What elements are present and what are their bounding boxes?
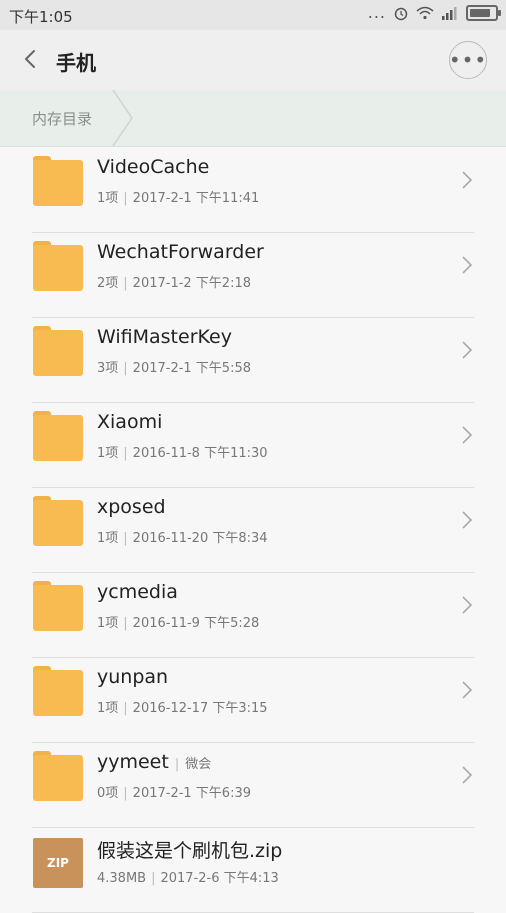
folder-icon [33,666,83,716]
list-item[interactable]: ZIP 假装这是个刷机包.zip 4.38MB | 2017-2-6 下午4:13 [0,828,506,913]
file-meta: 1项 | 2016-12-17 下午3:15 [97,701,268,716]
breadcrumb-separator-icon [112,90,133,146]
file-meta: 3项 | 2017-2-1 下午5:58 [97,361,252,376]
file-name: Xiaomi [97,411,163,433]
list-item[interactable]: ycmedia 1项 | 2016-11-9 下午5:28 [0,573,506,658]
file-meta: 1项 | 2016-11-20 下午8:34 [97,531,268,546]
file-meta: 0项 | 2017-2-1 下午6:39 [97,786,252,801]
more-options-button[interactable]: ••• [449,41,487,79]
file-name: 假装这是个刷机包.zip [97,840,283,862]
file-meta: 1项 | 2017-2-1 下午11:41 [97,191,260,206]
chevron-right-icon [462,511,473,529]
list-item[interactable]: Xiaomi 1项 | 2016-11-8 下午11:30 [0,403,506,488]
back-arrow-icon[interactable] [18,46,44,72]
folder-icon [33,751,83,801]
folder-icon [33,326,83,376]
breadcrumb-item-storage[interactable]: 内存目录 [32,108,92,129]
status-bar: 下午1:05 ... [0,0,506,30]
file-list: VideoCache 1项 | 2017-2-1 下午11:41 WechatFor… [0,148,506,913]
folder-icon [33,411,83,461]
wifi-icon [416,6,434,20]
list-item[interactable]: yunpan 1项 | 2016-12-17 下午3:15 [0,658,506,743]
alarm-icon [394,7,408,21]
folder-icon [33,496,83,546]
more-dots-icon: ••• [448,48,488,72]
file-name: WifiMasterKey [97,326,232,348]
zip-file-icon: ZIP [33,838,83,888]
chevron-right-icon [462,256,473,274]
folder-icon [33,156,83,206]
file-meta: 1项 | 2016-11-8 下午11:30 [97,446,268,461]
chevron-right-icon [462,596,473,614]
chevron-right-icon [462,681,473,699]
chevron-right-icon [462,341,473,359]
notification-dots-icon: ... [367,3,386,22]
list-item[interactable]: xposed 1项 | 2016-11-20 下午8:34 [0,488,506,573]
list-item[interactable]: WechatForwarder 2项 | 2017-1-2 下午2:18 [0,233,506,318]
list-item[interactable]: WifiMasterKey 3项 | 2017-2-1 下午5:58 [0,318,506,403]
list-item[interactable]: yymeet | 微会 0项 | 2017-2-1 下午6:39 [0,743,506,828]
list-item[interactable]: VideoCache 1项 | 2017-2-1 下午11:41 [0,148,506,233]
file-meta: 4.38MB | 2017-2-6 下午4:13 [97,871,279,886]
chevron-right-icon [462,171,473,189]
status-time: 下午1:05 [9,8,73,26]
app-header: 手机 ••• [0,30,506,90]
folder-icon [33,581,83,631]
file-name: xposed [97,496,166,518]
file-name: yunpan [97,666,169,688]
status-icons: ... [367,3,501,22]
folder-tag: | 微会 [174,757,212,772]
chevron-right-icon [462,766,473,784]
battery-icon [466,5,501,21]
chevron-right-icon [462,426,473,444]
file-name: VideoCache [97,156,210,178]
file-meta: 2项 | 2017-1-2 下午2:18 [97,276,252,291]
breadcrumb: 内存目录 [0,90,506,147]
file-name: yymeet | 微会 [97,751,212,773]
file-meta: 1项 | 2016-11-9 下午5:28 [97,616,260,631]
signal-icon [442,7,457,20]
folder-icon [33,241,83,291]
file-name: WechatForwarder [97,241,264,263]
file-name: ycmedia [97,581,178,603]
page-title: 手机 [56,51,96,75]
